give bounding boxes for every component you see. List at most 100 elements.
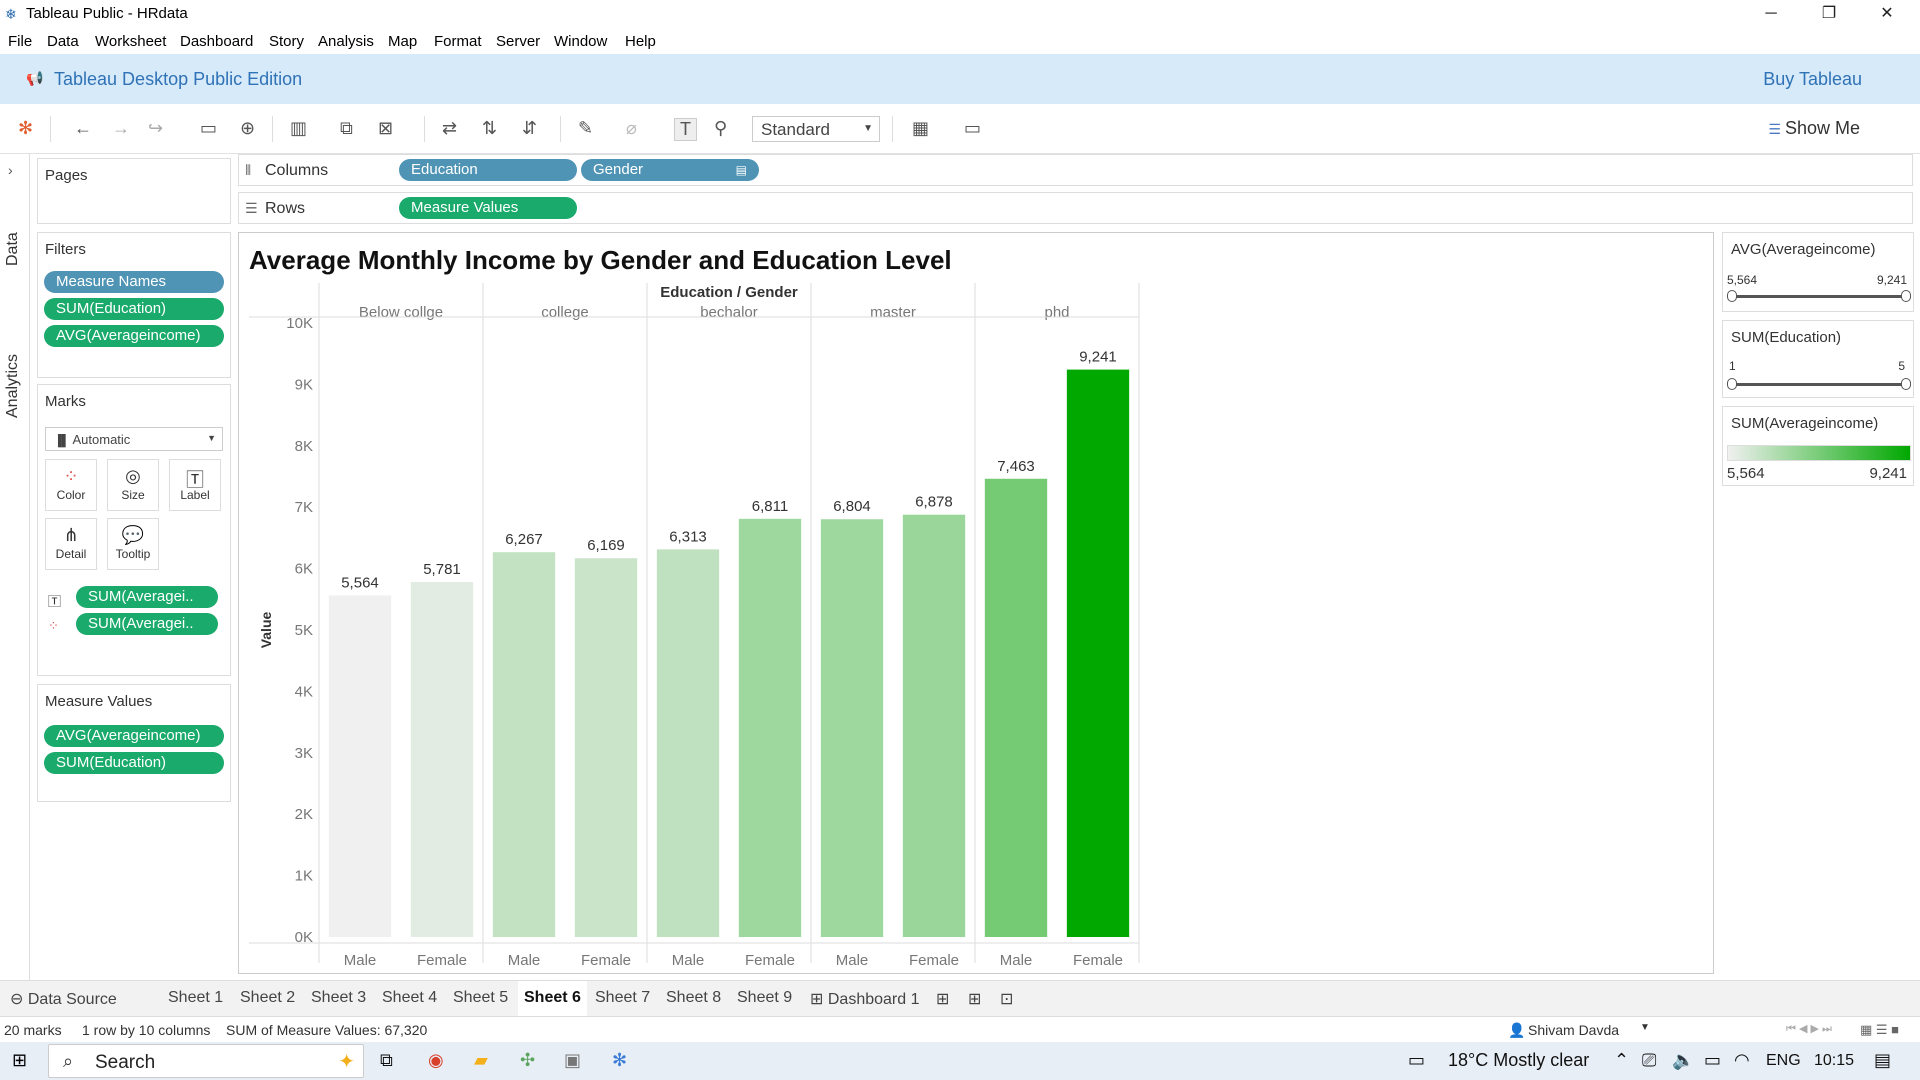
fit-dropdown[interactable]: Standard ▼ <box>752 116 880 142</box>
sum-education-filter-min: 1 <box>1729 359 1736 373</box>
user-name[interactable]: Shivam Davda <box>1528 1022 1619 1038</box>
menu-format[interactable]: Format <box>434 33 482 50</box>
show-cards-icon[interactable]: ▦ <box>912 118 929 139</box>
weather-text[interactable]: 18°C Mostly clear <box>1448 1050 1589 1071</box>
menu-data[interactable]: Data <box>47 33 79 50</box>
tab-sheet-8[interactable]: Sheet 8 <box>666 989 721 1007</box>
tab-sheet-6[interactable]: Sheet 6 <box>518 981 587 1017</box>
slider-handle-min[interactable] <box>1727 290 1737 302</box>
x-tick-label: Female <box>417 952 467 969</box>
language-indicator[interactable]: ENG <box>1766 1052 1801 1070</box>
new-dashboard-tab-icon[interactable]: ⊞ <box>968 989 981 1009</box>
menu-file[interactable]: File <box>8 33 32 50</box>
filter-pill-avg-income[interactable]: AVG(Averageincome) <box>44 325 224 347</box>
measure-pill-sum-education[interactable]: SUM(Education) <box>44 752 224 774</box>
slider-handle-min[interactable] <box>1727 378 1737 390</box>
mark-type-dropdown[interactable]: ▐▌ Automatic ▼ <box>45 427 223 451</box>
tab-data-source[interactable]: ⊖ Data Source <box>10 989 117 1009</box>
tab-dashboard-1[interactable]: ⊞ Dashboard 1 <box>810 989 919 1009</box>
sort-descending-icon[interactable]: ⇵ <box>522 118 537 139</box>
menu-window[interactable]: Window <box>554 33 607 50</box>
menu-dashboard[interactable]: Dashboard <box>180 33 253 50</box>
sum-education-filter-title: SUM(Education) <box>1731 329 1842 346</box>
network-icon[interactable]: ⎚ <box>1642 1050 1656 1071</box>
size-card[interactable]: ◎ Size <box>107 459 159 511</box>
view-mode-icons[interactable]: ▦ ☰ ■ <box>1860 1022 1899 1038</box>
menu-worksheet[interactable]: Worksheet <box>95 33 166 50</box>
tab-sheet-2[interactable]: Sheet 2 <box>240 989 295 1007</box>
avg-income-range-slider[interactable] <box>1731 295 1907 298</box>
filter-pill-measure-names[interactable]: Measure Names <box>44 271 224 293</box>
slider-handle-max[interactable] <box>1901 378 1911 390</box>
menu-server[interactable]: Server <box>496 33 540 50</box>
new-story-tab-icon[interactable]: ⊡ <box>1000 989 1013 1009</box>
tableau-logo-icon[interactable]: ✻ <box>18 118 33 139</box>
volume-icon[interactable]: 🔈 <box>1672 1050 1694 1071</box>
analytics-tab[interactable]: Analytics <box>4 354 22 418</box>
app-icon[interactable]: ▣ <box>564 1050 581 1071</box>
notifications-icon[interactable]: ▤ <box>1874 1050 1891 1071</box>
swap-rows-columns-icon[interactable]: ⇄ <box>442 118 457 139</box>
columns-shelf[interactable]: ⦀ Columns Education Gender ▤ <box>238 154 1913 186</box>
measure-pill-avg-income[interactable]: AVG(Averageincome) <box>44 725 224 747</box>
taskbar-search[interactable]: ⌕ Search ✦ <box>48 1044 364 1078</box>
fix-axes-icon[interactable]: ⚲ <box>714 118 727 139</box>
new-worksheet-tab-icon[interactable]: ⊞ <box>936 989 949 1009</box>
group-members-icon[interactable]: ⌀ <box>626 118 637 139</box>
menu-story[interactable]: Story <box>269 33 304 50</box>
label-card[interactable]: 🅃 Label <box>169 459 221 511</box>
tab-sheet-1[interactable]: Sheet 1 <box>168 989 223 1007</box>
highlight-icon[interactable]: ✎ <box>578 118 593 139</box>
clock[interactable]: 10:15 <box>1814 1052 1854 1070</box>
undo-icon[interactable]: ← <box>74 118 92 139</box>
file-explorer-icon[interactable]: ▰ <box>474 1050 488 1071</box>
sort-ascending-icon[interactable]: ⇅ <box>482 118 497 139</box>
expand-chevron-icon[interactable]: › <box>8 162 13 178</box>
rows-pill-measure-values[interactable]: Measure Values <box>399 197 577 219</box>
new-worksheet-icon[interactable]: ▥ <box>290 118 307 139</box>
app-icon[interactable]: ✣ <box>520 1050 535 1071</box>
add-datasource-icon[interactable]: ⊕ <box>240 118 255 139</box>
presentation-mode-icon[interactable]: ▭ <box>964 118 981 139</box>
show-me-button[interactable]: ☰ Show Me <box>1768 118 1860 139</box>
replay-icon[interactable]: ↪ <box>148 118 163 139</box>
menu-analysis[interactable]: Analysis <box>318 33 374 50</box>
chrome-icon[interactable]: ◉ <box>428 1050 444 1071</box>
save-icon[interactable]: ▭ <box>200 118 217 139</box>
task-view-icon[interactable]: ⧉ <box>380 1050 393 1071</box>
marks-color-pill[interactable]: SUM(Averagei.. <box>76 613 218 635</box>
show-mark-labels-icon[interactable]: T <box>674 118 697 141</box>
windows-start-icon[interactable]: ⊞ <box>12 1050 27 1071</box>
chevron-down-icon[interactable]: ▼ <box>1640 1022 1650 1033</box>
slider-handle-max[interactable] <box>1901 290 1911 302</box>
marks-label-pill[interactable]: SUM(Averagei.. <box>76 586 218 608</box>
menu-help[interactable]: Help <box>625 33 656 50</box>
sheet-nav-icons[interactable]: ⏮ ◀ ▶ ⏭ <box>1786 1022 1832 1036</box>
duplicate-sheet-icon[interactable]: ⧉ <box>340 118 353 139</box>
rows-shelf[interactable]: ☰ Rows Measure Values <box>238 192 1913 224</box>
redo-icon[interactable]: → <box>112 118 130 139</box>
buy-tableau-link[interactable]: Buy Tableau <box>1763 69 1862 90</box>
tab-sheet-4[interactable]: Sheet 4 <box>382 989 437 1007</box>
tableau-taskbar-icon[interactable]: ✻ <box>612 1050 627 1071</box>
chevron-up-icon[interactable]: ⌃ <box>1614 1050 1629 1071</box>
color-card[interactable]: ⁘ Color <box>45 459 97 511</box>
tab-sheet-5[interactable]: Sheet 5 <box>453 989 508 1007</box>
tab-sheet-9[interactable]: Sheet 9 <box>737 989 792 1007</box>
minimize-button[interactable]: ─ <box>1748 0 1794 28</box>
detail-card[interactable]: ⋔ Detail <box>45 518 97 570</box>
sum-education-range-slider[interactable] <box>1731 383 1907 386</box>
data-tab[interactable]: Data <box>4 232 22 266</box>
filter-pill-sum-education[interactable]: SUM(Education) <box>44 298 224 320</box>
columns-pill-gender[interactable]: Gender ▤ <box>581 159 759 181</box>
tooltip-card[interactable]: 💬 Tooltip <box>107 518 159 570</box>
clear-sheet-icon[interactable]: ⊠ <box>378 118 393 139</box>
tab-sheet-3[interactable]: Sheet 3 <box>311 989 366 1007</box>
menu-map[interactable]: Map <box>388 33 417 50</box>
restore-button[interactable]: ❐ <box>1806 0 1852 28</box>
wifi-icon[interactable]: ◠ <box>1734 1050 1750 1071</box>
columns-pill-education[interactable]: Education <box>399 159 577 181</box>
tab-sheet-7[interactable]: Sheet 7 <box>595 989 650 1007</box>
close-button[interactable]: ✕ <box>1864 0 1910 28</box>
battery-icon[interactable]: ▭ <box>1704 1050 1721 1071</box>
